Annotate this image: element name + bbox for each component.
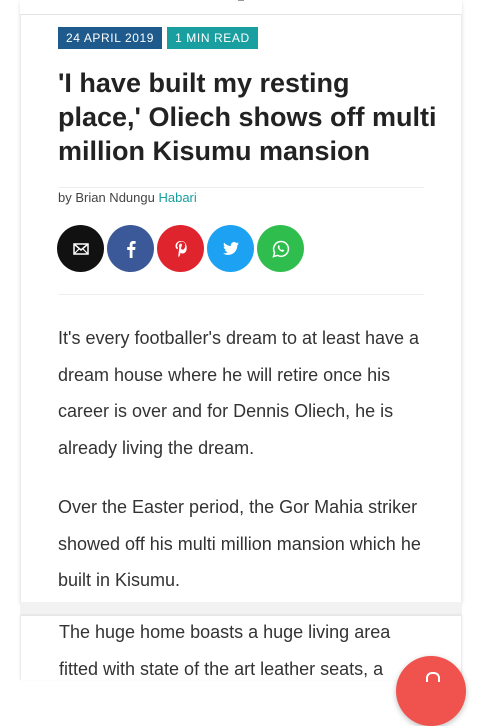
article-paragraph: It's every footballer's dream to at leas… [58, 328, 420, 459]
notification-bell-icon [426, 672, 440, 682]
card-separator [20, 602, 462, 616]
whatsapp-icon [271, 240, 289, 258]
notification-fab-button[interactable] [396, 656, 466, 726]
article-title: 'I have built my resting place,' Oliech … [58, 68, 437, 166]
page-margin-right [462, 0, 480, 680]
author-name: by Brian Ndungu [58, 190, 155, 205]
facebook-icon [126, 240, 136, 258]
scrolled-off-text-fragment [238, 0, 244, 1]
article-meta-badges: 24 APRIL 2019 1 MIN READ [58, 27, 258, 49]
category-link[interactable]: Habari [158, 190, 196, 205]
share-twitter-button[interactable] [207, 225, 254, 272]
share-whatsapp-button[interactable] [257, 225, 304, 272]
email-icon [72, 242, 89, 255]
twitter-icon [222, 242, 239, 255]
article-card-continued: The huge home boasts a huge living area … [20, 616, 462, 680]
share-buttons [57, 225, 304, 272]
share-facebook-button[interactable] [107, 225, 154, 272]
article-paragraph: Over the Easter period, the Gor Mahia st… [58, 497, 421, 591]
date-badge: 24 APRIL 2019 [58, 27, 163, 49]
pinterest-icon [175, 240, 187, 257]
share-email-button[interactable] [57, 225, 104, 272]
article-paragraph: The huge home boasts a huge living area … [59, 622, 391, 679]
share-divider [58, 294, 424, 295]
page-margin-left [0, 0, 20, 680]
share-pinterest-button[interactable] [157, 225, 204, 272]
read-time-badge: 1 MIN READ [167, 27, 258, 49]
title-divider [58, 187, 424, 188]
previous-card-edge [20, 0, 462, 15]
byline: by Brian Ndungu Habari [58, 189, 197, 207]
